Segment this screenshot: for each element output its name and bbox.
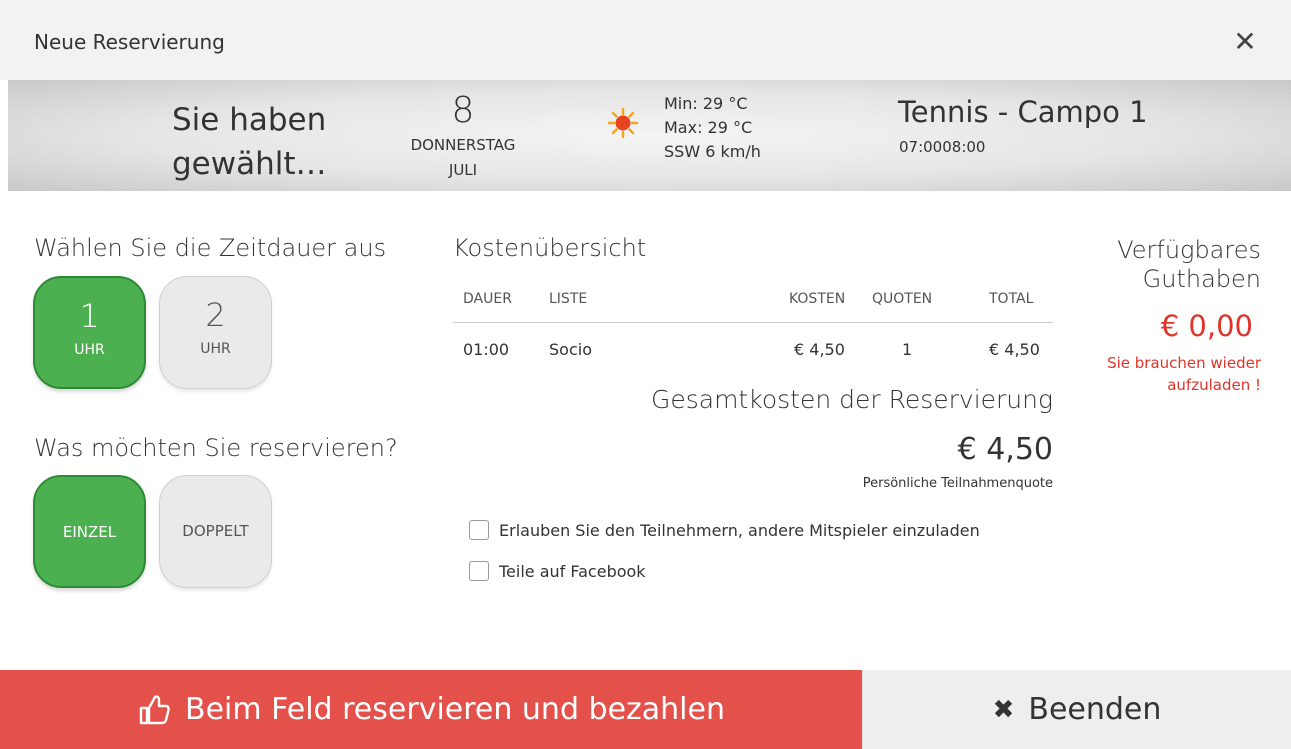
- total-cost-value: € 4,50: [957, 432, 1053, 467]
- credit-heading-line1: Verfügbares: [1117, 236, 1261, 264]
- cost-overview-heading: Kostenübersicht: [453, 234, 647, 262]
- credit-heading: Verfügbares Guthaben: [1060, 236, 1261, 294]
- credit-warning-line1: Sie brauchen wieder: [1107, 354, 1261, 372]
- invite-label: Erlauben Sie den Teilnehmern, andere Mit…: [499, 520, 980, 540]
- close-icon[interactable]: ✕: [1232, 28, 1258, 56]
- weather-wind: SSW 6 km/h: [664, 142, 761, 161]
- credit-warning-line2: aufzuladen !: [1167, 376, 1261, 394]
- selection-intro: Sie haben gewählt…: [172, 98, 327, 186]
- facebook-label: Teile auf Facebook: [499, 561, 646, 581]
- credit-warning: Sie brauchen wieder aufzuladen !: [1060, 352, 1261, 396]
- weekday-label: DONNERSTAG: [410, 136, 516, 154]
- selection-banner: Sie haben gewählt… 8 DONNERSTAG JULI Min…: [8, 80, 1291, 191]
- duration-value: 1: [79, 297, 100, 335]
- cell-quoten: 1: [902, 340, 913, 359]
- total-cost-note: Persönliche Teilnahmenquote: [862, 476, 1053, 491]
- booking-type-label: EINZEL: [62, 523, 117, 541]
- close-icon: ✖: [992, 694, 1015, 725]
- facebook-checkbox[interactable]: [469, 561, 489, 581]
- weather-max: Max: 29 °C: [664, 118, 753, 137]
- reserve-and-pay-label: Beim Feld reservieren und bezahlen: [185, 692, 725, 727]
- thumbs-up-icon: [139, 694, 170, 724]
- duration-unit: UHR: [74, 342, 105, 358]
- sun-icon: [608, 108, 638, 138]
- duration-value: 2: [205, 296, 226, 334]
- duration-unit: UHR: [200, 341, 231, 357]
- court-name: Tennis - Campo 1: [898, 95, 1148, 129]
- month-label: JULI: [448, 161, 478, 179]
- day-number: 8: [451, 90, 475, 131]
- booking-type-heading: Was möchten Sie reservieren?: [34, 434, 398, 462]
- cell-total: € 4,50: [989, 340, 1040, 359]
- duration-heading: Wählen Sie die Zeitdauer aus: [34, 234, 387, 262]
- selection-intro-line1: Sie haben: [172, 102, 327, 138]
- credit-balance: € 0,00: [1160, 309, 1253, 343]
- column-header-kosten: KOSTEN: [789, 291, 846, 307]
- credit-heading-line2: Guthaben: [1142, 265, 1261, 293]
- booking-type-label: DOPPELT: [182, 522, 249, 540]
- duration-option-2[interactable]: 2 UHR: [159, 276, 272, 389]
- cell-liste: Socio: [549, 340, 592, 359]
- total-cost-heading: Gesamtkosten der Reservierung: [650, 385, 1053, 414]
- dialog-title: Neue Reservierung: [34, 30, 225, 54]
- close-button-label: Beenden: [1028, 692, 1162, 727]
- cell-dauer: 01:00: [463, 340, 510, 359]
- column-header-dauer: DAUER: [463, 291, 512, 307]
- duration-option-1[interactable]: 1 UHR: [33, 276, 146, 389]
- weather-info: Min: 29 °C Max: 29 °C SSW 6 km/h: [664, 92, 761, 164]
- column-header-total: TOTAL: [989, 291, 1034, 307]
- invite-option[interactable]: Erlauben Sie den Teilnehmern, andere Mit…: [469, 520, 980, 540]
- weather-min: Min: 29 °C: [664, 94, 748, 113]
- reserve-and-pay-button[interactable]: Beim Feld reservieren und bezahlen: [0, 670, 862, 749]
- selection-intro-line2: gewählt…: [172, 146, 327, 182]
- time-slot: 07:0008:00: [899, 138, 986, 156]
- close-button[interactable]: ✖ Beenden: [862, 670, 1291, 749]
- booking-type-single[interactable]: EINZEL: [33, 475, 146, 588]
- dialog-header: Neue Reservierung ✕: [0, 0, 1291, 80]
- cell-kosten: € 4,50: [794, 340, 845, 359]
- invite-checkbox[interactable]: [469, 520, 489, 540]
- table-divider: [453, 322, 1053, 323]
- booking-type-double[interactable]: DOPPELT: [159, 475, 272, 588]
- column-header-liste: LISTE: [549, 291, 588, 307]
- column-header-quoten: QUOTEN: [872, 291, 933, 307]
- facebook-option[interactable]: Teile auf Facebook: [469, 561, 646, 581]
